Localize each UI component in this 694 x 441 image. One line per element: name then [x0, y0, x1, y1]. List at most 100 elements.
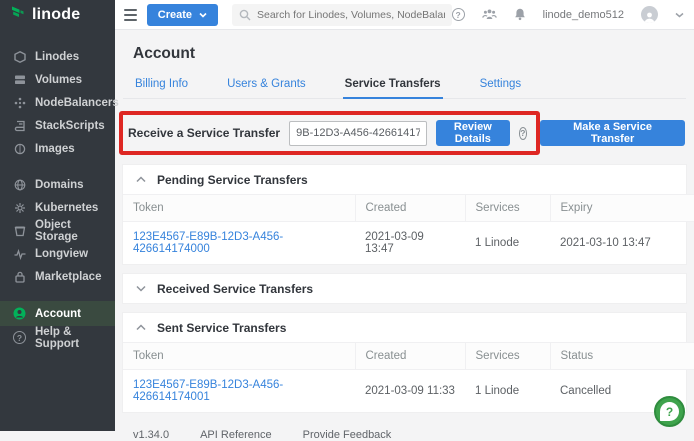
search-icon	[239, 9, 251, 21]
pending-transfers-table: Token Created Services Expiry 123E4567-E…	[123, 194, 694, 264]
sidebar-item-domains[interactable]: Domains	[0, 173, 115, 196]
cell-services: 1 Linode	[465, 222, 550, 265]
main-content: Account Billing Info Users & Grants Serv…	[115, 30, 694, 431]
chevron-up-icon	[136, 324, 146, 331]
linode-logo-icon	[10, 5, 26, 26]
sidebar-item-images[interactable]: Images	[0, 137, 115, 160]
annotation-highlight: Receive a Service Transfer Review Detail…	[119, 111, 540, 155]
images-icon	[13, 142, 26, 155]
community-icon[interactable]	[482, 9, 497, 20]
create-button-label: Create	[158, 9, 192, 21]
linode-logo[interactable]: linode	[0, 0, 115, 30]
col-expiry: Expiry	[550, 195, 694, 222]
cell-created: 2021-03-09 13:47	[355, 222, 465, 265]
sidebar-item-account[interactable]: Account	[0, 301, 115, 326]
kubernetes-icon	[13, 201, 26, 214]
sent-transfers-header[interactable]: Sent Service Transfers	[123, 313, 686, 342]
sidebar-item-label: NodeBalancers	[35, 97, 119, 109]
tab-users-grants[interactable]: Users & Grants	[225, 74, 308, 98]
stackscripts-icon	[13, 119, 26, 132]
panel-title: Pending Service Transfers	[157, 173, 308, 187]
chat-question-icon: ?	[660, 402, 679, 421]
topbar: Create ? linode_demo512	[115, 0, 694, 30]
sidebar-item-label: Longview	[35, 248, 88, 260]
sidebar-item-object-storage[interactable]: Object Storage	[0, 219, 115, 242]
table-row: 123E4567-E89B-12D3-A456-426614174001 202…	[123, 370, 694, 413]
token-link[interactable]: 123E4567-E89B-12D3-A456-426614174001	[133, 379, 283, 403]
page-title: Account	[133, 45, 676, 63]
receive-transfer-label: Receive a Service Transfer	[128, 126, 280, 140]
menu-icon[interactable]	[124, 6, 137, 24]
sidebar-nav: Linodes Volumes NodeBalancers StackScrip…	[0, 30, 115, 349]
sent-transfers-table: Token Created Services Status 123E4567-E…	[123, 342, 694, 412]
col-status: Status	[550, 343, 694, 370]
sidebar-item-linodes[interactable]: Linodes	[0, 45, 115, 68]
tab-billing-info[interactable]: Billing Info	[133, 74, 190, 98]
notifications-bell-icon[interactable]	[514, 8, 526, 21]
chevron-down-icon	[136, 285, 146, 292]
sidebar-item-label: Linodes	[35, 51, 79, 63]
make-service-transfer-button[interactable]: Make a Service Transfer	[540, 120, 685, 146]
tab-service-transfers[interactable]: Service Transfers	[343, 74, 443, 99]
transfer-actions-row: Receive a Service Transfer Review Detail…	[123, 111, 686, 155]
footer: v1.34.0 API Reference Provide Feedback	[123, 412, 686, 441]
sidebar-item-nodebalancers[interactable]: NodeBalancers	[0, 91, 115, 114]
username[interactable]: linode_demo512	[543, 9, 624, 21]
sent-transfers-panel: Sent Service Transfers Token Created Ser…	[123, 313, 686, 412]
col-created: Created	[355, 195, 465, 222]
sidebar: linode Linodes Volumes NodeBalancers Sta…	[0, 0, 115, 431]
review-details-button[interactable]: Review Details	[436, 120, 509, 146]
search-input[interactable]	[257, 9, 445, 21]
sidebar-item-volumes[interactable]: Volumes	[0, 68, 115, 91]
sidebar-item-help-support[interactable]: ? Help & Support	[0, 326, 115, 349]
topbar-icons: ? linode_demo512	[452, 6, 694, 23]
tab-settings[interactable]: Settings	[478, 74, 524, 98]
bucket-icon	[13, 224, 26, 237]
cell-created: 2021-03-09 11:33	[355, 370, 465, 413]
lock-icon	[13, 270, 26, 283]
sidebar-item-kubernetes[interactable]: Kubernetes	[0, 196, 115, 219]
col-services: Services	[465, 343, 550, 370]
sidebar-item-label: Domains	[35, 179, 84, 191]
help-icon[interactable]: ?	[452, 8, 465, 21]
panel-title: Received Service Transfers	[157, 282, 313, 296]
sidebar-item-label: Volumes	[35, 74, 82, 86]
received-transfers-header[interactable]: Received Service Transfers	[123, 274, 686, 303]
col-token: Token	[123, 343, 355, 370]
sidebar-item-label: Kubernetes	[35, 202, 98, 214]
logo-text: linode	[32, 6, 80, 24]
avatar[interactable]	[641, 6, 658, 23]
sidebar-item-label: Object Storage	[35, 219, 115, 243]
sidebar-item-longview[interactable]: Longview	[0, 242, 115, 265]
receive-help-icon[interactable]: ?	[519, 127, 527, 140]
search-bar	[232, 4, 452, 26]
cell-services: 1 Linode	[465, 370, 550, 413]
panel-title: Sent Service Transfers	[157, 321, 286, 335]
sidebar-item-label: Help & Support	[35, 326, 115, 350]
pending-transfers-panel: Pending Service Transfers Token Created …	[123, 165, 686, 264]
received-transfers-panel: Received Service Transfers	[123, 274, 686, 303]
sidebar-item-stackscripts[interactable]: StackScripts	[0, 114, 115, 137]
nodebalancers-icon	[13, 96, 26, 109]
tab-bar: Billing Info Users & Grants Service Tran…	[123, 74, 686, 99]
cell-expiry: 2021-03-10 13:47	[550, 222, 694, 265]
chevron-down-icon	[199, 12, 207, 18]
pulse-icon	[13, 247, 26, 260]
account-icon	[13, 307, 26, 320]
sidebar-item-marketplace[interactable]: Marketplace	[0, 265, 115, 288]
receive-token-input[interactable]	[289, 121, 427, 146]
create-button[interactable]: Create	[147, 4, 218, 26]
pending-transfers-header[interactable]: Pending Service Transfers	[123, 165, 686, 194]
help-chat-button[interactable]: ?	[654, 396, 685, 427]
col-services: Services	[465, 195, 550, 222]
col-token: Token	[123, 195, 355, 222]
sidebar-item-label: Images	[35, 143, 75, 155]
table-row: 123E4567-E89B-12D3-A456-426614174000 202…	[123, 222, 694, 265]
user-menu-chevron-icon[interactable]	[675, 12, 684, 18]
sidebar-item-label: StackScripts	[35, 120, 105, 132]
table-header-row: Token Created Services Status	[123, 343, 694, 370]
col-created: Created	[355, 343, 465, 370]
linode-icon	[13, 50, 26, 63]
chevron-up-icon	[136, 176, 146, 183]
token-link[interactable]: 123E4567-E89B-12D3-A456-426614174000	[133, 231, 283, 255]
